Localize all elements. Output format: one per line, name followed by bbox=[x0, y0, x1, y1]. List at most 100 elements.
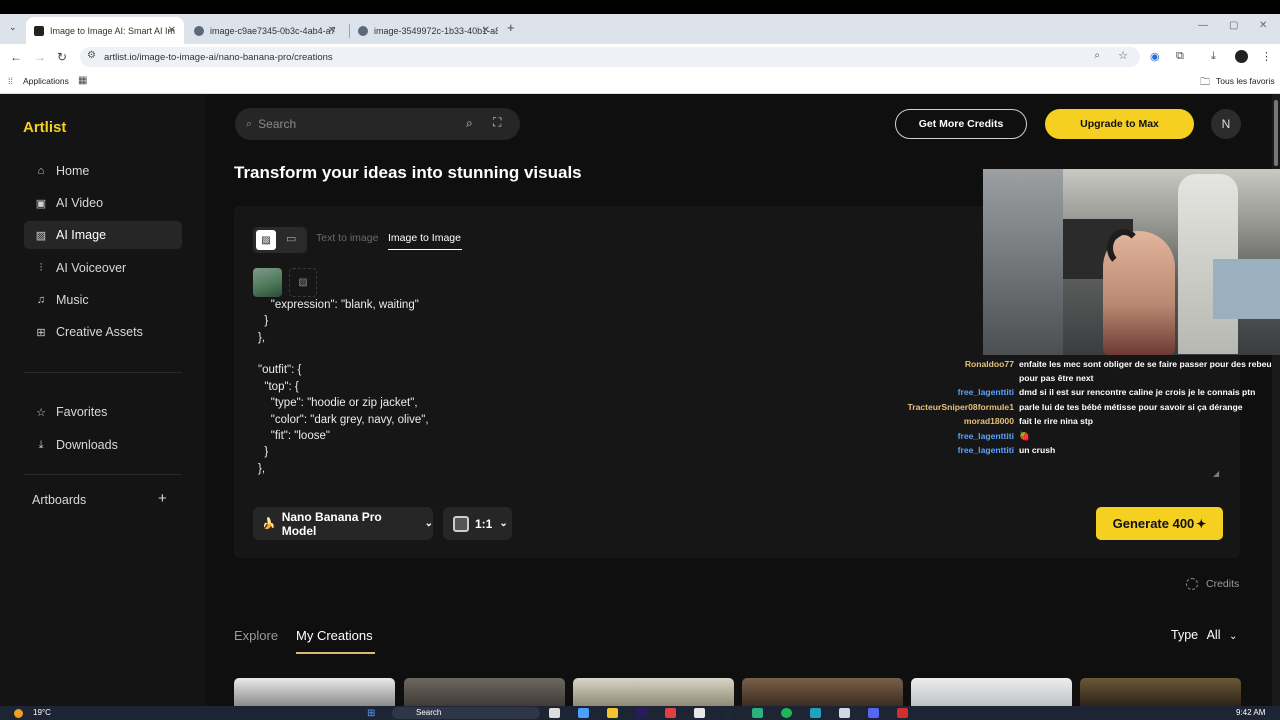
reload-icon[interactable]: ↻ bbox=[57, 50, 67, 64]
extension-sound-icon[interactable]: ◉ bbox=[1150, 50, 1160, 63]
nav-label: Music bbox=[56, 293, 89, 307]
webcam-wall bbox=[983, 169, 1063, 355]
profile-avatar-icon[interactable] bbox=[1235, 50, 1248, 63]
tab-text-to-image[interactable]: Text to image bbox=[316, 232, 378, 244]
nav-item-creative-assets[interactable]: ⊞ Creative Assets bbox=[24, 318, 182, 346]
upgrade-button[interactable]: Upgrade to Max bbox=[1045, 109, 1194, 139]
creation-thumbnail[interactable] bbox=[234, 678, 395, 706]
prompt-line: "fit": "loose" bbox=[258, 430, 330, 442]
prompt-line: } bbox=[258, 315, 269, 327]
apps-grid-icon[interactable]: ⁞⁞ bbox=[8, 76, 13, 86]
type-filter-dropdown[interactable]: Type All ⌄ bbox=[1171, 628, 1237, 642]
taskbar-app-icon[interactable] bbox=[578, 708, 589, 718]
creation-thumbnail[interactable] bbox=[573, 678, 734, 706]
search-input[interactable]: ⌕ Search ⌕ ⛶ bbox=[235, 108, 520, 140]
back-arrow-icon[interactable]: ← bbox=[10, 50, 22, 64]
taskbar-clock[interactable]: 9:42 AM bbox=[1236, 708, 1265, 717]
taskbar-search-box[interactable] bbox=[392, 707, 540, 719]
download-icon: ⤓ bbox=[38, 438, 44, 451]
add-reference-image-button[interactable]: ▨ bbox=[289, 268, 317, 297]
aspect-ratio-selector[interactable]: 1:1 ⌄ bbox=[443, 507, 512, 540]
creation-thumbnail[interactable] bbox=[742, 678, 903, 706]
creation-thumbnail[interactable] bbox=[911, 678, 1072, 706]
forward-arrow-icon[interactable]: → bbox=[34, 50, 46, 64]
nav-item-ai-video[interactable]: ▣ AI Video bbox=[24, 189, 182, 217]
address-bar[interactable]: ⚙ artlist.io/image-to-image-ai/nano-bana… bbox=[80, 47, 1140, 67]
tab-my-creations[interactable]: My Creations bbox=[296, 628, 373, 643]
chat-message: TracteurSniper08formule1 parle lui de tes… bbox=[900, 402, 1242, 412]
prompt-line: } bbox=[258, 446, 269, 458]
discord-icon[interactable] bbox=[868, 708, 879, 718]
nav-item-home[interactable]: ⌂ Home bbox=[24, 157, 182, 185]
bookmark-all-favorites[interactable]: Tous les favoris bbox=[1216, 76, 1275, 86]
artlist-logo[interactable]: Artlist bbox=[23, 119, 66, 136]
search-submit-icon[interactable]: ⌕ bbox=[466, 116, 473, 131]
taskbar-app-icon[interactable] bbox=[810, 708, 821, 718]
close-tab-icon[interactable]: ✕ bbox=[328, 25, 336, 36]
tab-image-to-image[interactable]: Image to Image bbox=[388, 232, 461, 244]
artboards-heading: Artboards bbox=[32, 493, 87, 507]
video-mode-icon[interactable]: ▭ bbox=[286, 232, 296, 245]
tab-groups-icon[interactable]: ▦ bbox=[78, 75, 87, 86]
nav-item-ai-image[interactable]: ▨ AI Image bbox=[24, 221, 182, 249]
tab-image-2[interactable]: image-3549972c-1b33-40b1-a8 ✕ bbox=[350, 17, 498, 44]
windows-start-icon[interactable]: ⊞ bbox=[367, 708, 375, 719]
scrollbar-thumb[interactable] bbox=[1274, 100, 1278, 166]
site-info-icon[interactable]: ⚙ bbox=[87, 50, 96, 61]
prompt-line: }, bbox=[258, 463, 266, 475]
user-avatar[interactable]: N bbox=[1211, 109, 1241, 139]
nav-label: Downloads bbox=[56, 438, 118, 452]
close-window-icon[interactable]: ✕ bbox=[1259, 20, 1267, 31]
credits-indicator: Credits bbox=[1186, 578, 1239, 590]
weather-temp[interactable]: 19°C bbox=[33, 708, 51, 717]
bookmark-applications[interactable]: Applications bbox=[23, 76, 69, 86]
download-tray-icon[interactable]: ⤓ bbox=[1211, 50, 1216, 63]
model-label: Nano Banana Pro Model bbox=[281, 509, 382, 538]
maximize-icon[interactable]: ▢ bbox=[1229, 20, 1238, 31]
tab-image-1[interactable]: image-c9ae7345-0b3c-4ab4-a7 ✕ bbox=[186, 17, 344, 44]
waveform-icon: ⫶ bbox=[39, 261, 43, 274]
nav-item-downloads[interactable]: ⤓ Downloads bbox=[24, 431, 182, 459]
tab-explore[interactable]: Explore bbox=[234, 628, 278, 643]
bookmark-star-icon[interactable]: ☆ bbox=[1118, 49, 1128, 62]
taskbar-app-icon[interactable] bbox=[897, 708, 908, 718]
chat-message: free_lagenttiti un crush bbox=[900, 445, 1056, 455]
tab-artlist[interactable]: Image to Image AI: Smart AI Im ✕ bbox=[26, 17, 184, 44]
image-mode-icon[interactable]: ▨ bbox=[256, 230, 276, 250]
generate-button[interactable]: Generate 400 ✦ bbox=[1096, 507, 1223, 540]
resize-handle-icon[interactable]: ◢ bbox=[1213, 469, 1219, 478]
steam-icon[interactable] bbox=[723, 708, 734, 718]
spotify-icon[interactable] bbox=[781, 708, 792, 718]
taskbar-app-icon[interactable] bbox=[752, 708, 763, 718]
minimize-icon[interactable]: — bbox=[1198, 20, 1208, 31]
chat-username: free_lagenttiti bbox=[957, 387, 1014, 397]
browser-menu-icon[interactable]: ⋮ bbox=[1261, 50, 1272, 63]
creation-thumbnail[interactable] bbox=[404, 678, 565, 706]
add-artboard-button[interactable]: + bbox=[158, 490, 167, 507]
creation-thumbnail[interactable] bbox=[1080, 678, 1241, 706]
taskbar-app-icon[interactable] bbox=[665, 708, 676, 718]
extensions-puzzle-icon[interactable]: ⧉ bbox=[1176, 50, 1184, 63]
nav-item-ai-voiceover[interactable]: ⫶ AI Voiceover bbox=[24, 254, 182, 282]
close-tab-icon[interactable]: ✕ bbox=[168, 25, 176, 36]
model-selector[interactable]: 🍌 Nano Banana Pro Model ⌄ bbox=[253, 507, 433, 540]
get-more-credits-button[interactable]: Get More Credits bbox=[895, 109, 1027, 139]
nav-item-favorites[interactable]: ☆ Favorites bbox=[24, 398, 182, 426]
file-explorer-icon[interactable] bbox=[607, 708, 618, 718]
visual-search-icon[interactable]: ⛶ bbox=[493, 115, 501, 130]
chat-text: un crush bbox=[1019, 445, 1056, 455]
reference-image-thumbnail[interactable] bbox=[253, 268, 282, 297]
task-view-icon[interactable] bbox=[549, 708, 560, 718]
zoom-icon[interactable]: ⌕ bbox=[1094, 50, 1100, 61]
chrome-icon[interactable] bbox=[694, 708, 705, 718]
nav-item-music[interactable]: ♫ Music bbox=[24, 286, 182, 314]
image-icon: ▨ bbox=[35, 229, 47, 242]
close-tab-icon[interactable]: ✕ bbox=[482, 25, 490, 36]
tab-search-chevron-icon[interactable]: ⌄ bbox=[9, 22, 17, 33]
prompt-line: }, bbox=[258, 332, 266, 344]
weather-icon[interactable] bbox=[14, 709, 23, 718]
taskbar-app-icon[interactable] bbox=[839, 708, 850, 718]
premiere-icon[interactable] bbox=[636, 708, 647, 718]
new-tab-button[interactable]: + bbox=[507, 20, 515, 35]
nav-label: Home bbox=[56, 164, 90, 178]
